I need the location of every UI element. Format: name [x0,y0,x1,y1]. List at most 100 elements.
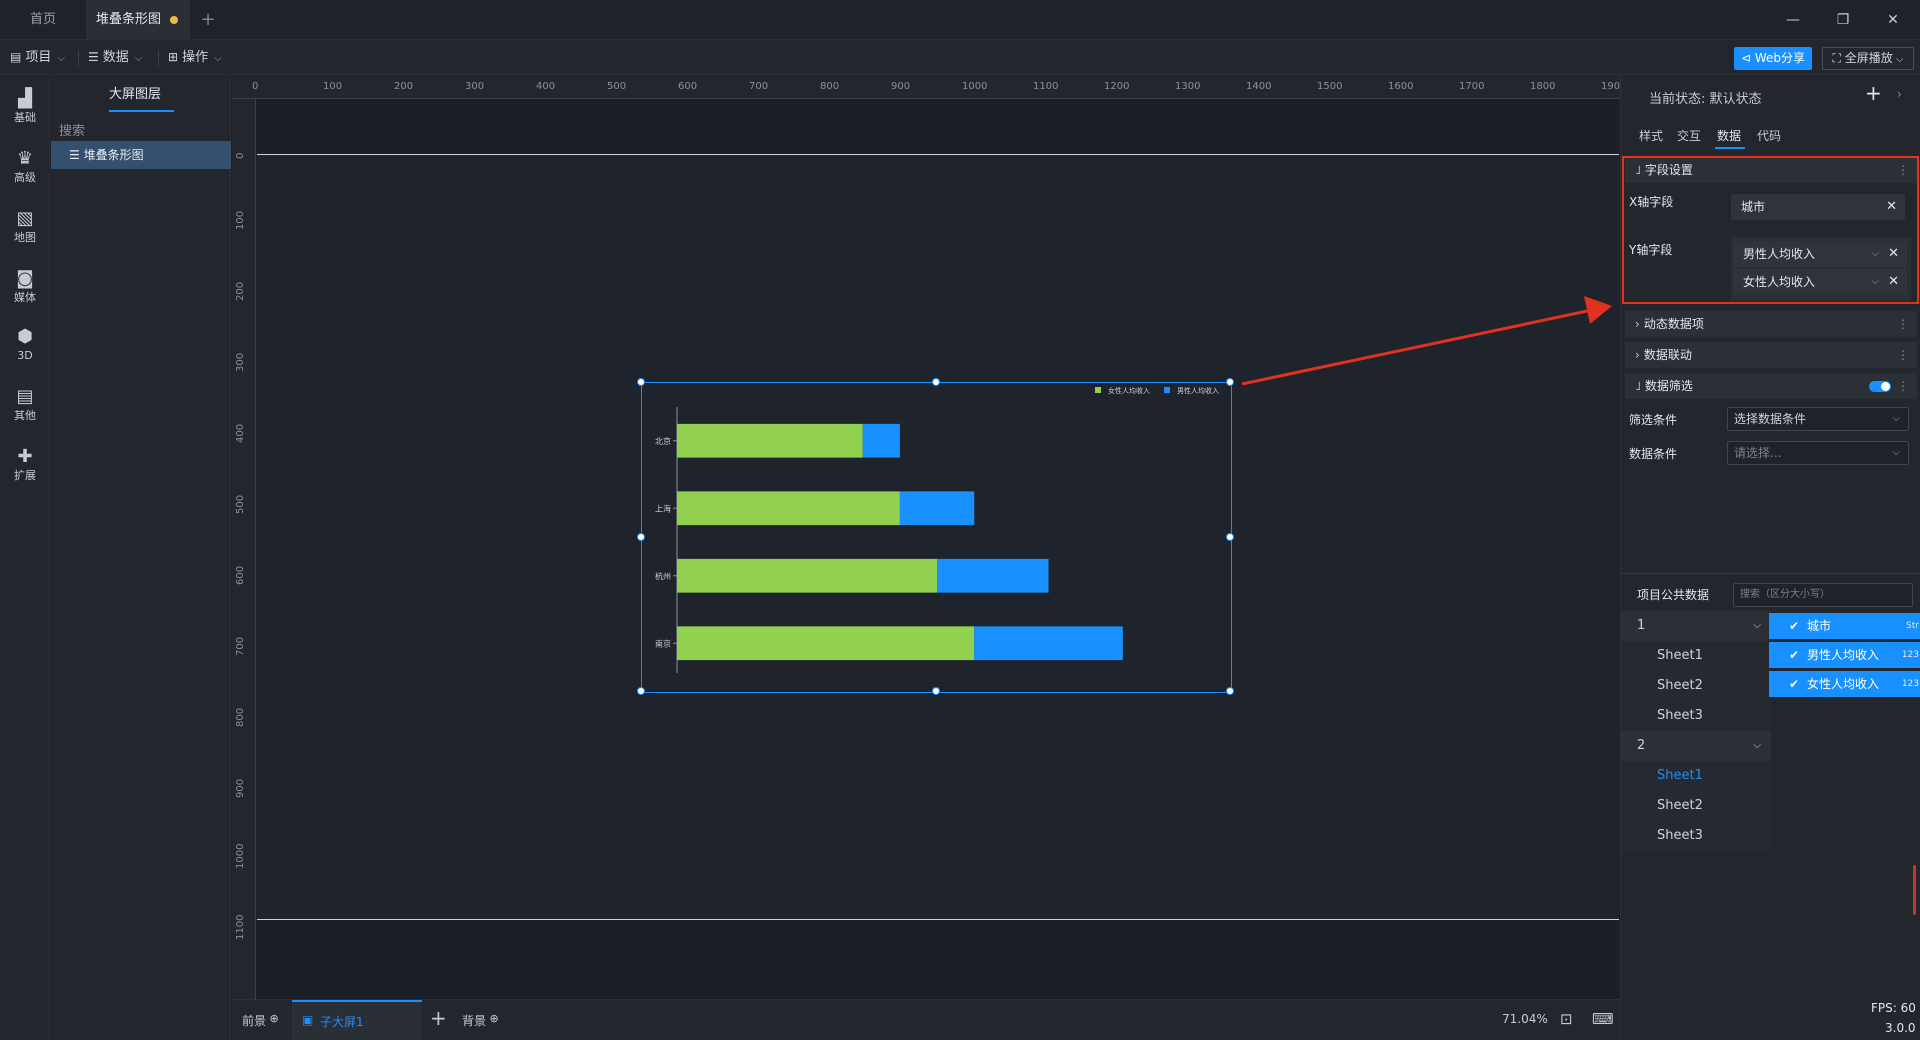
add-state-button[interactable]: + [1865,81,1882,105]
data-condition-select[interactable]: 请选择... ⌵ [1727,441,1909,465]
public-data-search-input[interactable]: 搜索（区分大小写） [1733,583,1913,607]
tree-group-2[interactable]: 2 ⌵ [1621,731,1771,761]
state-label: 当前状态: [1649,92,1706,107]
data-condition-placeholder: 请选择... [1734,446,1782,460]
sidebar-item-label: 高级 [14,171,36,184]
restore-button[interactable]: ❐ [1820,0,1866,40]
chevron-right-icon[interactable]: › [1897,87,1902,101]
menu-data-label: 数据 [102,50,129,65]
tree-sheet[interactable]: Sheet3 [1621,821,1771,851]
sidebar-item-extend[interactable]: ✚ 扩展 [0,439,50,489]
fullscreen-button[interactable]: ⛶ 全屏播放 ⌵ [1822,47,1914,70]
category-label: 南京 [655,638,671,648]
more-icon[interactable]: ⋮ [1897,311,1909,337]
bar-male [974,626,1123,661]
ruler-tick-label: 700 [749,81,769,92]
resize-handle[interactable] [637,533,645,541]
resize-handle[interactable] [1226,378,1234,386]
chevron-right-icon: › [1635,348,1640,362]
legend-swatch [1164,387,1170,393]
public-data-title: 项目公共数据 [1637,588,1710,602]
tree-group-1[interactable]: 1 ⌵ [1621,611,1771,641]
sidebar-item-media[interactable]: ◙ 媒体 [0,261,50,311]
sub-screen-tab[interactable]: ▣ 子大屏1 [292,1000,422,1040]
grid-icon: ⊞ [168,50,179,64]
sidebar-item-map[interactable]: ▧ 地图 [0,201,50,251]
section-data-filter[interactable]: ˩ 数据筛选 ⋮ [1625,373,1917,399]
unsaved-dot-icon [170,16,178,24]
sidebar-item-label: 媒体 [14,291,36,304]
list-icon: ▤ [16,386,34,407]
add-screen-button[interactable]: + [430,1006,447,1030]
ruler-tick-label: 0 [235,152,246,159]
sidebar-item-advanced[interactable]: ♛ 高级 [0,141,50,191]
add-tab-button[interactable]: + [196,0,220,40]
ruler-tick-label: 700 [235,636,246,656]
version-label: 3.0.0 [1885,1021,1916,1035]
layer-item[interactable]: ☰ 堆叠条形图 [51,141,231,169]
minimize-button[interactable]: — [1770,0,1816,40]
tree-group-label: 1 [1637,618,1646,633]
data-field-female-income[interactable]: ✔ 女性人均收入 123 [1769,671,1920,697]
foreground-tab[interactable]: 前景 ⊕ [242,1012,279,1029]
cube-icon: ⬢ [17,326,33,347]
scrollbar-indicator[interactable] [1913,865,1916,915]
more-icon[interactable]: ⋮ [1897,342,1909,368]
filter-condition-select[interactable]: 选择数据条件 ⌵ [1727,407,1909,431]
tree-sheet[interactable]: Sheet2 [1621,791,1771,821]
resize-handle[interactable] [932,378,940,386]
tree-sheet-selected[interactable]: Sheet1 [1621,761,1771,791]
resize-handle[interactable] [1226,687,1234,695]
check-icon: ✔ [1789,677,1800,691]
resize-handle[interactable] [637,687,645,695]
tree-sheet[interactable]: Sheet3 [1621,701,1771,731]
close-button[interactable]: ✕ [1870,0,1916,40]
tree-sheet[interactable]: Sheet1 [1621,641,1771,671]
resize-handle[interactable] [637,378,645,386]
tab-home[interactable]: 首页 [0,0,86,40]
state-value: 默认状态 [1709,92,1762,107]
database-icon: ☰ [88,50,99,64]
data-field-city[interactable]: ✔ 城市 Str [1769,613,1920,639]
sidebar-item-3d[interactable]: ⬢ 3D [0,319,50,369]
ruler-tick-label: 200 [394,81,414,92]
tab-data[interactable]: 数据 [1717,127,1741,144]
resize-handle[interactable] [932,687,940,695]
field-name: 男性人均收入 [1807,648,1880,662]
more-icon[interactable]: ⋮ [1897,373,1909,399]
chart-component[interactable]: 北京 上海 杭州 南京 男性人均收入 女性人均收入 [637,378,1234,695]
sidebar-item-other[interactable]: ▤ 其他 [0,379,50,429]
tab-style[interactable]: 样式 [1639,127,1663,144]
fit-screen-icon[interactable]: ⊡ [1560,1010,1573,1028]
bar-female [677,491,900,526]
fullscreen-icon: ⛶ [1832,51,1845,65]
resize-handle[interactable] [1226,533,1234,541]
filter-condition-value: 选择数据条件 [1734,412,1807,426]
ruler-tick-label: 1200 [1104,81,1130,92]
foreground-label: 前景 [242,1014,267,1028]
sidebar-item-basic[interactable]: ▟ 基础 [0,81,50,131]
menu-project[interactable]: ▤ 项目 ⌵ [10,40,65,75]
ruler-tick-label: 1400 [1246,81,1272,92]
section-data-linkage[interactable]: › 数据联动 ⋮ [1625,342,1917,368]
background-tab[interactable]: 背景 ⊕ [462,1012,499,1029]
data-field-male-income[interactable]: ✔ 男性人均收入 123 [1769,642,1920,668]
tab-code[interactable]: 代码 [1757,127,1781,144]
section-dynamic-data[interactable]: › 动态数据项 ⋮ [1625,311,1917,337]
layers-title[interactable]: 大屏图层 [109,83,161,102]
menu-data[interactable]: ☰ 数据 ⌵ [88,40,142,75]
tab-interaction[interactable]: 交互 [1677,127,1701,144]
menu-operate[interactable]: ⊞ 操作 ⌵ [168,40,222,75]
filter-toggle[interactable] [1869,381,1891,392]
chevron-down-icon: ⌵ [1892,447,1900,458]
add-circle-icon: ⊕ [266,1012,279,1025]
tree-sheet[interactable]: Sheet2 [1621,671,1771,701]
keyboard-icon[interactable]: ⌨ [1592,1010,1614,1028]
field-name: 城市 [1807,619,1832,633]
web-share-button[interactable]: ⊲ Web分享 [1734,47,1812,70]
chevron-down-icon: ⌵ [1892,54,1904,65]
check-icon: ✔ [1789,619,1800,633]
layers-tab-indicator [109,110,174,112]
ruler-tick-label: 1300 [1175,81,1201,92]
collapse-icon: ˩ [1635,379,1641,393]
